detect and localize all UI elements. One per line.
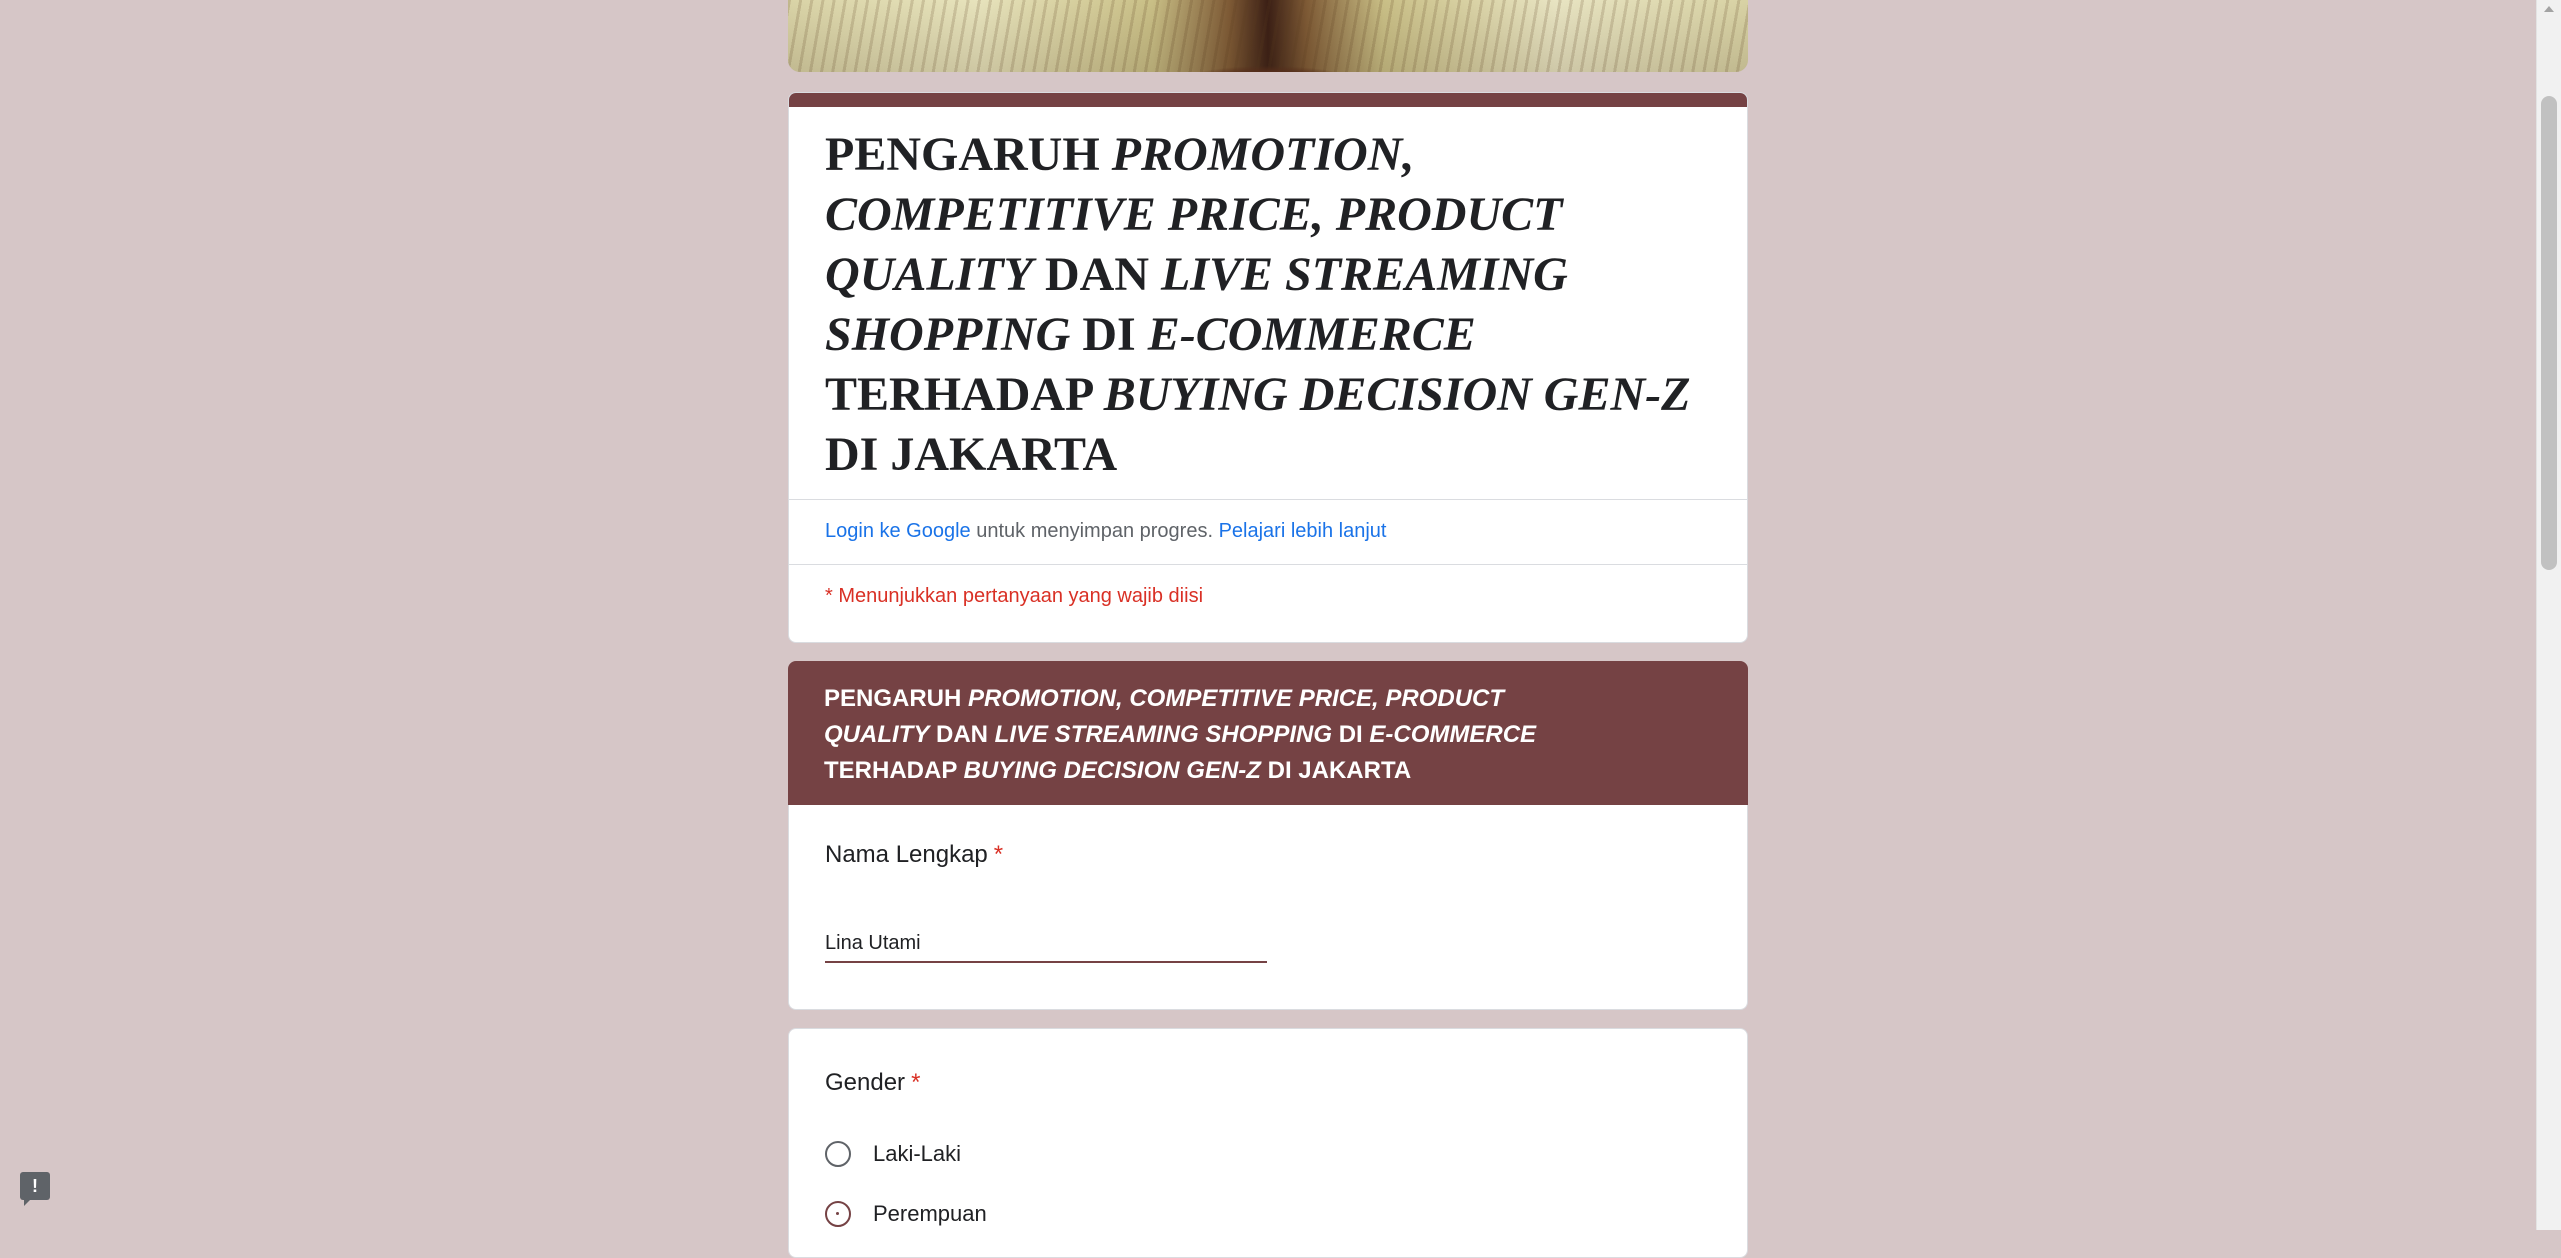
radio-button[interactable] <box>825 1141 851 1167</box>
required-asterisk: * <box>911 1069 921 1096</box>
learn-more-link[interactable]: Pelajari lebih lanjut <box>1219 520 1387 542</box>
section-part: PENGARUH <box>824 685 969 712</box>
form-part: TERHADAP <box>825 368 1104 421</box>
radio-option-laki-laki[interactable]: Laki-Laki <box>825 1141 961 1167</box>
feedback-icon[interactable]: ! <box>20 1172 50 1206</box>
section-title: PENGARUH PROMOTION, COMPETITIVE PRICE, P… <box>824 681 1584 789</box>
form-part: E-COMMERCE <box>1147 308 1476 361</box>
form-part: DAN <box>1032 248 1161 301</box>
question-label-name: Nama Lengkap * <box>825 841 1003 869</box>
section-part: DI <box>1332 721 1370 748</box>
question-card-name: Nama Lengkap * <box>788 805 1748 1010</box>
scrollbar-thumb[interactable] <box>2541 96 2557 570</box>
login-prompt-text: untuk menyimpan progres. <box>970 520 1219 542</box>
header-image-open-book <box>788 0 1748 72</box>
question-label-text: Gender <box>825 1069 906 1096</box>
scroll-up-arrow-icon[interactable] <box>2544 6 2554 12</box>
theme-accent-bar <box>789 93 1747 107</box>
required-asterisk: * <box>993 841 1004 868</box>
radio-button-selected[interactable] <box>825 1201 851 1227</box>
login-prompt: Login ke Google untuk menyimpan progres.… <box>789 500 1747 564</box>
section-header: PENGARUH PROMOTION, COMPETITIVE PRICE, P… <box>788 661 1748 805</box>
section-part: DI JAKARTA <box>1260 757 1412 784</box>
radio-option-label: Perempuan <box>873 1201 987 1226</box>
question-label-gender: Gender * <box>825 1069 920 1097</box>
form-part: DI JAKARTA <box>825 428 1118 481</box>
section-part: E-COMMERCE <box>1369 721 1537 748</box>
form-part: DI <box>1070 308 1148 361</box>
form-title: PENGARUH PROMOTION, COMPETITIVE PRICE, P… <box>789 107 1747 499</box>
login-google-link[interactable]: Login ke Google <box>825 520 971 542</box>
page-scrollbar[interactable] <box>2536 0 2561 1230</box>
form-title-card: PENGARUH PROMOTION, COMPETITIVE PRICE, P… <box>788 92 1748 643</box>
section-part: TERHADAP <box>824 757 964 784</box>
radio-option-perempuan[interactable]: Perempuan <box>825 1201 987 1227</box>
question-label-text: Nama Lengkap <box>825 841 988 868</box>
form-part: PENGARUH <box>825 128 1112 181</box>
form-part: BUYING DECISION GEN-Z <box>1103 368 1691 421</box>
question-card-gender: Gender * Laki-Laki Perempuan <box>788 1028 1748 1258</box>
section-part: BUYING DECISION GEN-Z <box>963 757 1261 784</box>
radio-option-label: Laki-Laki <box>873 1141 962 1166</box>
required-note: * Menunjukkan pertanyaan yang wajib diis… <box>825 585 1204 607</box>
section-part: DAN <box>929 721 995 748</box>
section-part: LIVE STREAMING SHOPPING <box>994 721 1333 748</box>
name-input[interactable] <box>825 925 1267 963</box>
